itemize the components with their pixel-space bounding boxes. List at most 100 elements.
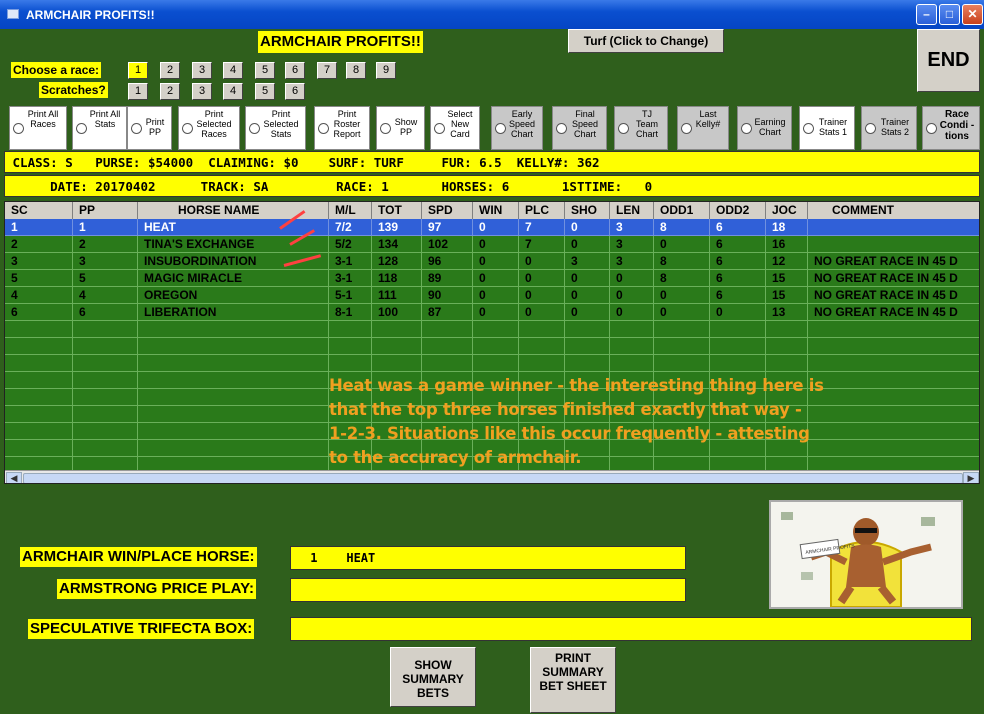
cell-win [473,338,519,355]
col-header-horse-name[interactable]: HORSE NAME [138,202,329,219]
option-early-speed-chart[interactable]: Early Speed Chart [491,106,543,150]
table-row[interactable]: 4 4 OREGON 5-1 111 90 0 0 0 0 0 6 15 NO GREAT RACE IN… [5,287,979,304]
scroll-right-icon[interactable]: ▶ [963,472,979,483]
race-button-3[interactable]: 3 [192,62,212,79]
scroll-left-icon[interactable]: ◀ [6,472,22,483]
cell-sc [5,372,73,389]
table-row[interactable]: 5 5 MAGIC MIRACLE 3-1 118 89 0 0 0 0 8 6 15 NO GREAT … [5,270,979,287]
cell-spd: 97 [422,219,473,236]
col-header-joc[interactable]: JOC [766,202,808,219]
option-print-selected-stats[interactable]: Print Selected Stats [245,106,306,150]
option-show-pp[interactable]: Show PP [376,106,425,150]
cell-joc [766,338,808,355]
cell-sho [565,321,610,338]
option-print-all-races[interactable]: Print All Races [9,106,67,150]
cell-comment [808,236,979,253]
race-button-1[interactable]: 1 [128,62,148,79]
col-header-spd[interactable]: SPD [422,202,473,219]
cell-ml: 8-1 [329,304,372,321]
race-button-9[interactable]: 9 [376,62,396,79]
cell-odd2: 6 [710,253,766,270]
option-tj-team-chart[interactable]: TJ Team Chart [614,106,668,150]
win-place-field[interactable]: 1 HEAT [290,546,686,570]
scratch-button-6[interactable]: 6 [285,83,305,100]
cell-plc: 0 [519,304,565,321]
option-earning-chart[interactable]: Earning Chart [737,106,792,150]
table-row[interactable]: 2 2 TINA'S EXCHANGE 5/2 134 102 0 7 0 3 0 6 16 [5,236,979,253]
col-header-tot[interactable]: TOT [372,202,422,219]
race-button-7[interactable]: 7 [317,62,337,79]
radio-icon [803,123,814,134]
scratch-button-2[interactable]: 2 [160,83,180,100]
trifecta-field[interactable] [290,617,972,641]
table-row[interactable]: 1 1 HEAT 7/2 139 97 0 7 0 3 8 6 18 [5,219,979,236]
option-select-new-card[interactable]: Select New Card [430,106,480,150]
col-header-len[interactable]: LEN [610,202,654,219]
show-summary-bets-button[interactable]: SHOW SUMMARY BETS [390,647,476,707]
cell-win: 0 [473,253,519,270]
cell-joc: 15 [766,287,808,304]
col-header-plc[interactable]: PLC [519,202,565,219]
option-print-roster-report[interactable]: Print Roster Report [314,106,370,150]
cell-joc [766,355,808,372]
turf-toggle-button[interactable]: Turf (Click to Change) [568,29,724,53]
col-header-win[interactable]: WIN [473,202,519,219]
option-print-selected-races[interactable]: Print Selected Races [178,106,240,150]
end-button[interactable]: END [917,29,980,92]
cell-tot [372,355,422,372]
annotation-line: Heat was a game winner - the interesting… [329,376,824,395]
cell-odd1: 8 [654,253,710,270]
horizontal-scrollbar[interactable]: ◀ ▶ [5,470,979,483]
table-row[interactable] [5,321,979,338]
race-button-8[interactable]: 8 [346,62,366,79]
price-play-field[interactable] [290,578,686,602]
table-row[interactable] [5,338,979,355]
close-button[interactable]: ✕ [962,4,983,25]
armchair-logo-image: ARMCHAIR PROFITS [769,500,963,609]
option-race-conditions[interactable]: Race Condi -tions [922,106,980,150]
cell-sc [5,338,73,355]
race-button-6[interactable]: 6 [285,62,305,79]
race-button-2[interactable]: 2 [160,62,180,79]
scroll-thumb[interactable] [23,473,963,483]
cell-sho: 0 [565,236,610,253]
scratch-button-4[interactable]: 4 [223,83,243,100]
cell-joc: 16 [766,236,808,253]
option-last-kelly[interactable]: Last Kelly# [677,106,729,150]
col-header-odd2[interactable]: ODD2 [710,202,766,219]
cell-sho: 0 [565,304,610,321]
race-button-5[interactable]: 5 [255,62,275,79]
race-button-4[interactable]: 4 [223,62,243,79]
scratch-button-5[interactable]: 5 [255,83,275,100]
cell-pp: 3 [73,253,138,270]
cell-plc: 7 [519,219,565,236]
cell-spd: 87 [422,304,473,321]
option-print-pp[interactable]: Print PP [127,106,172,150]
scratch-button-1[interactable]: 1 [128,83,148,100]
option-print-all-stats[interactable]: Print All Stats [72,106,127,150]
col-header-pp[interactable]: PP [73,202,138,219]
cell-len: 0 [610,287,654,304]
cell-sc: 3 [5,253,73,270]
cell-ml: 7/2 [329,219,372,236]
col-header-comment[interactable]: COMMENT [808,202,979,219]
option-trainer-stats-2[interactable]: Trainer Stats 2 [861,106,917,150]
table-row[interactable]: 3 3 INSUBORDINATION 3-1 128 96 0 0 3 3 8 6 12 NO GREA… [5,253,979,270]
col-header-sho[interactable]: SHO [565,202,610,219]
option-final-speed-chart[interactable]: Final Speed Chart [552,106,607,150]
option-trainer-stats-1[interactable]: Trainer Stats 1 [799,106,855,150]
cell-spd [422,321,473,338]
print-summary-sheet-button[interactable]: PRINT SUMMARY BET SHEET [530,647,616,713]
col-header-sc[interactable]: SC [5,202,73,219]
table-row[interactable]: 6 6 LIBERATION 8-1 100 87 0 0 0 0 0 0 13 NO GREAT RAC… [5,304,979,321]
scratch-button-3[interactable]: 3 [192,83,212,100]
col-header-ml[interactable]: M/L [329,202,372,219]
minimize-button[interactable]: – [916,4,937,25]
annotation-line: to the accuracy of armchair. [329,448,582,467]
cell-odd1: 8 [654,219,710,236]
col-header-odd1[interactable]: ODD1 [654,202,710,219]
cell-odd1: 0 [654,236,710,253]
cell-comment [808,321,979,338]
maximize-button[interactable]: □ [939,4,960,25]
table-row[interactable] [5,355,979,372]
